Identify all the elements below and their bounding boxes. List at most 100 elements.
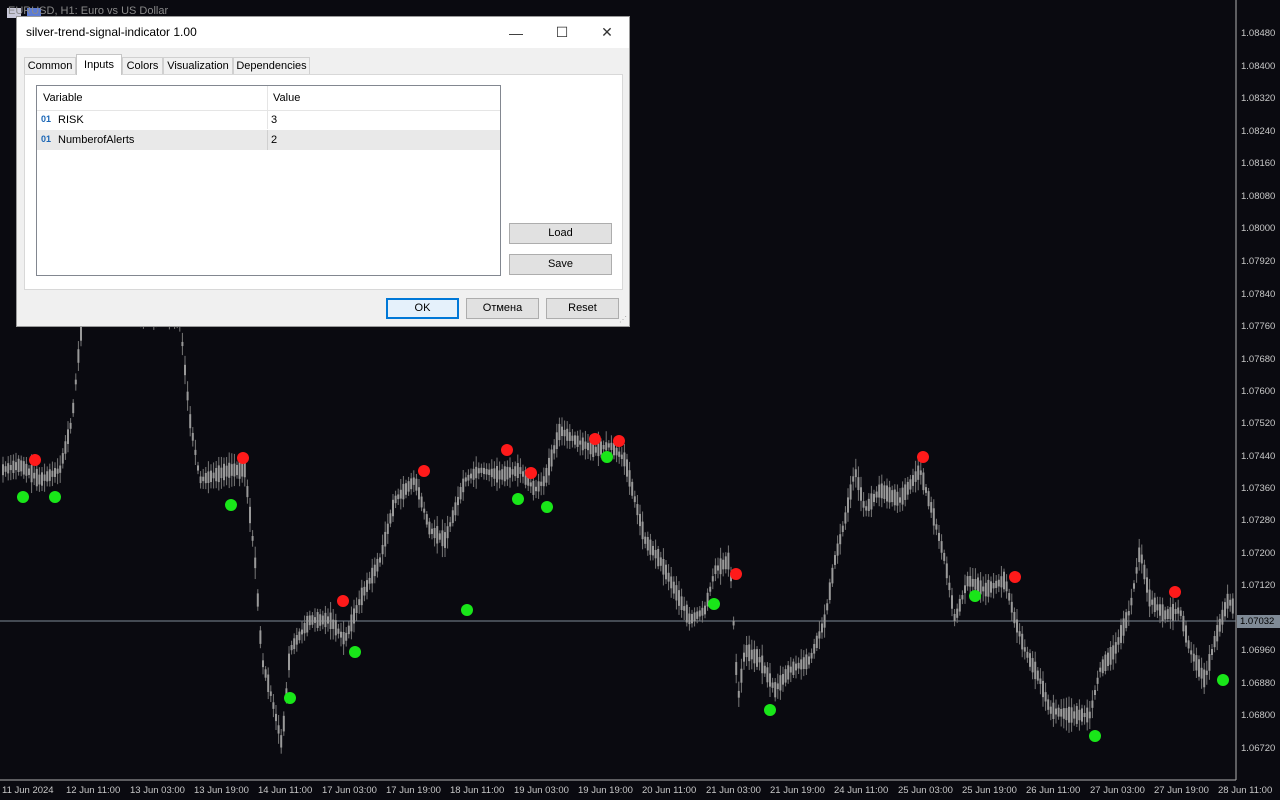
time-tick-label: 28 Jun 11:00: [1218, 785, 1273, 796]
candle-body: [1081, 708, 1083, 722]
time-tick-label: 12 Jun 11:00: [66, 785, 121, 796]
table-row[interactable]: 01 RISK 3: [37, 110, 500, 130]
candle-body: [763, 665, 766, 674]
candle-body: [181, 341, 184, 347]
buy-signal-dot: [969, 590, 981, 602]
candle-body: [412, 477, 415, 485]
ok-button[interactable]: OK: [386, 298, 459, 319]
sell-signal-dot: [337, 595, 349, 607]
candle-body: [930, 502, 933, 513]
candle-body: [454, 502, 457, 516]
candle-body: [418, 487, 420, 500]
candle-body: [1174, 608, 1177, 614]
tab-inputs[interactable]: Inputs: [76, 54, 122, 75]
candle-body: [493, 468, 496, 479]
candle-body: [1125, 612, 1128, 629]
candle-body: [316, 612, 319, 628]
candle-body: [1005, 581, 1008, 592]
candle-body: [969, 575, 972, 587]
candle-body: [282, 715, 285, 732]
candle-body: [737, 690, 740, 698]
candle-body: [1114, 642, 1117, 654]
candle-body: [301, 629, 303, 635]
variable-value[interactable]: 3: [271, 114, 277, 126]
candle-body: [1177, 607, 1180, 614]
candle-body: [415, 478, 418, 491]
candle-body: [646, 537, 649, 551]
candle-body: [1185, 625, 1187, 643]
reset-button[interactable]: Reset: [546, 298, 619, 319]
price-tick-label: 1.06960: [1241, 645, 1276, 656]
tab-colors[interactable]: Colors: [122, 57, 163, 74]
candle-body: [665, 564, 667, 580]
candle-body: [865, 506, 868, 511]
time-tick-label: 19 Jun 19:00: [578, 785, 633, 796]
time-tick-label: 20 Jun 11:00: [642, 785, 697, 796]
buy-signal-dot: [461, 604, 473, 616]
candle-body: [545, 467, 548, 483]
candle-body: [548, 457, 550, 476]
candle-body: [1073, 711, 1076, 719]
candle-body: [776, 683, 779, 690]
candle-body: [56, 468, 59, 474]
time-tick-label: 11 Jun 2024: [2, 785, 54, 796]
candle-body: [984, 582, 987, 597]
candle-body: [1036, 670, 1039, 681]
candle-body: [805, 654, 808, 670]
minimize-button[interactable]: —: [493, 17, 539, 48]
candle-body: [953, 613, 956, 622]
candle-body: [22, 461, 25, 475]
candle-body: [704, 605, 706, 615]
candle-body: [628, 470, 631, 487]
candle-body: [1164, 610, 1167, 620]
candle-body: [397, 494, 400, 500]
candle-body: [1112, 645, 1115, 660]
dialog-titlebar[interactable]: silver-trend-signal-indicator 1.00 — ☐ ✕: [17, 17, 629, 48]
price-tick-label: 1.07280: [1241, 515, 1276, 526]
candle-body: [753, 649, 756, 664]
time-tick-label: 13 Jun 19:00: [194, 785, 249, 796]
candle-body: [77, 349, 80, 363]
maximize-button[interactable]: ☐: [539, 17, 585, 48]
candle-body: [943, 552, 946, 561]
price-tick-label: 1.06800: [1241, 710, 1276, 721]
candle-body: [1122, 618, 1125, 636]
candle-body: [238, 461, 241, 479]
candle-body: [839, 534, 842, 545]
header-value[interactable]: Value: [273, 92, 300, 104]
candle-body: [683, 606, 686, 611]
buy-signal-dot: [1089, 730, 1101, 742]
tab-visualization[interactable]: Visualization: [163, 57, 233, 74]
candle-body: [1135, 567, 1138, 574]
buy-signal-dot: [512, 493, 524, 505]
tab-dependencies[interactable]: Dependencies: [233, 57, 310, 74]
candle-body: [831, 567, 834, 584]
candle-body: [1195, 655, 1198, 671]
header-variable[interactable]: Variable: [43, 92, 83, 104]
sell-signal-dot: [917, 451, 929, 463]
cancel-button[interactable]: Отмена: [466, 298, 539, 319]
save-button[interactable]: Save: [509, 254, 612, 275]
candle-body: [826, 603, 829, 611]
candle-body: [353, 608, 355, 624]
candle-body: [685, 604, 688, 623]
candle-body: [974, 579, 977, 590]
time-tick-label: 27 Jun 19:00: [1154, 785, 1209, 796]
close-button[interactable]: ✕: [584, 17, 630, 48]
candle-body: [337, 628, 340, 634]
candle-body: [236, 464, 238, 476]
time-tick-label: 25 Jun 03:00: [898, 785, 953, 796]
candle-body: [329, 612, 332, 630]
candle-body: [620, 454, 623, 460]
table-row[interactable]: 01 NumberofAlerts 2: [37, 130, 500, 150]
tab-common[interactable]: Common: [24, 57, 76, 74]
candle-body: [438, 533, 441, 540]
resize-grip-icon[interactable]: ⋰: [619, 315, 627, 324]
load-button[interactable]: Load: [509, 223, 612, 244]
candle-body: [371, 567, 374, 584]
inputs-panel: Variable Value 01 RISK 3 01 NumberofAler…: [24, 74, 623, 290]
candle-body: [446, 526, 449, 539]
candle-body: [654, 549, 657, 559]
candle-body: [483, 467, 485, 475]
variable-value[interactable]: 2: [271, 134, 277, 146]
